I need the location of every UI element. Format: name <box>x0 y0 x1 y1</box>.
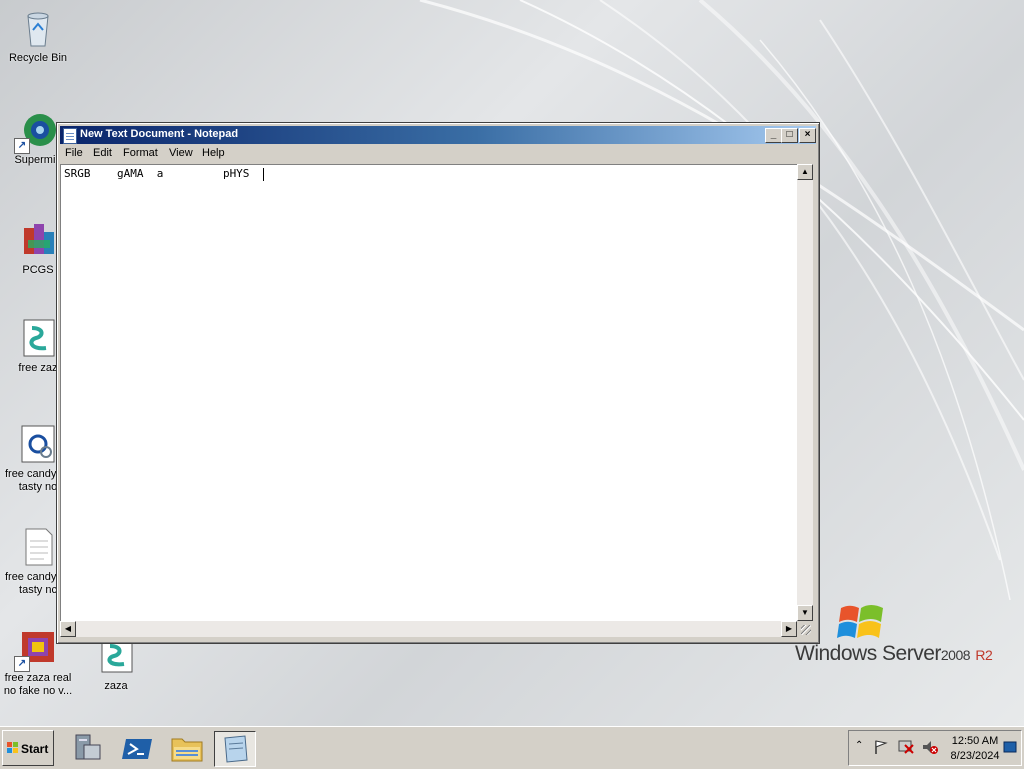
desktop-icon-label: zaza <box>104 680 128 692</box>
server-manager-icon[interactable] <box>68 731 108 765</box>
scroll-right-icon[interactable]: ▶ <box>781 621 797 637</box>
window-title: New Text Document - Notepad <box>80 128 239 140</box>
script-file-icon <box>18 318 58 358</box>
resize-grip[interactable] <box>797 621 813 637</box>
scroll-up-icon[interactable]: ▲ <box>797 164 813 180</box>
network-error-icon[interactable] <box>897 739 915 755</box>
scroll-down-icon[interactable]: ▼ <box>797 605 813 621</box>
system-clock[interactable]: 12:50 AM 8/23/2024 <box>945 734 1005 764</box>
windows-logo-icon <box>7 742 18 753</box>
notepad-taskbar-icon[interactable] <box>214 731 256 767</box>
menu-view[interactable]: View <box>169 147 193 159</box>
shortcut-arrow-icon: ↗ <box>14 656 30 672</box>
menu-help[interactable]: Help <box>202 147 225 159</box>
editor-content: SRGB gAMA a pHYS <box>64 167 263 180</box>
start-button[interactable]: Start <box>2 730 54 766</box>
notepad-titlebar[interactable]: New Text Document - Notepad _ □ × <box>60 126 816 144</box>
show-hidden-icons-icon[interactable]: ⌃ <box>855 740 863 751</box>
branding-text: Windows Server2008 R2 <box>795 642 993 666</box>
start-label: Start <box>21 742 49 756</box>
recycle-bin-icon <box>18 8 58 48</box>
menu-file[interactable]: File <box>65 147 83 159</box>
maximize-button[interactable]: □ <box>781 128 798 143</box>
menu-edit[interactable]: Edit <box>93 147 112 159</box>
powershell-icon[interactable] <box>118 731 158 765</box>
windows-flag-icon <box>837 605 883 638</box>
notepad-icon <box>63 128 77 144</box>
menu-format[interactable]: Format <box>123 147 158 159</box>
taskbar: Start ⌃ 12:50 AM 8/23/2024 <box>0 726 1024 769</box>
text-caret <box>262 167 264 181</box>
text-editor[interactable]: SRGB gAMA a pHYS <box>60 164 799 623</box>
scroll-left-icon[interactable]: ◀ <box>60 621 76 637</box>
branding-edition: R2 <box>975 647 993 663</box>
branding-name: Windows Server <box>795 642 941 665</box>
desktop-icon-label: free zaza real no fake no v... <box>3 672 73 697</box>
desktop-icon-recycle-bin[interactable]: Recycle Bin <box>0 8 76 65</box>
branding-version: 2008 <box>940 647 971 663</box>
installer-box-icon: ↗ <box>14 628 58 672</box>
show-desktop-icon[interactable] <box>1003 741 1017 753</box>
text-file-icon <box>18 527 58 567</box>
pcgs-app-icon <box>18 220 58 260</box>
action-center-flag-icon[interactable] <box>873 739 889 755</box>
globe-icon: ↗ <box>14 110 58 154</box>
clock-time: 12:50 AM <box>951 735 999 747</box>
minimize-button[interactable]: _ <box>765 128 782 143</box>
settings-file-icon <box>18 424 58 464</box>
vertical-scrollbar[interactable]: ▲ ▼ <box>797 164 813 621</box>
system-tray: ⌃ 12:50 AM 8/23/2024 <box>848 730 1022 766</box>
horizontal-scrollbar[interactable]: ◀ ▶ <box>60 621 797 637</box>
clock-date: 8/23/2024 <box>950 750 1000 762</box>
desktop-icon-label: Recycle Bin <box>8 52 68 64</box>
menu-bar: File Edit Format View Help <box>60 145 816 163</box>
notepad-window[interactable]: New Text Document - Notepad _ □ × File E… <box>56 122 820 644</box>
file-explorer-icon[interactable] <box>168 731 208 765</box>
desktop-icon-zaza[interactable]: zaza <box>78 636 154 693</box>
close-button[interactable]: × <box>799 128 816 143</box>
shortcut-arrow-icon: ↗ <box>14 138 30 154</box>
volume-muted-icon[interactable] <box>921 739 939 755</box>
windows-server-branding: Windows Server2008 R2 <box>795 600 1005 670</box>
